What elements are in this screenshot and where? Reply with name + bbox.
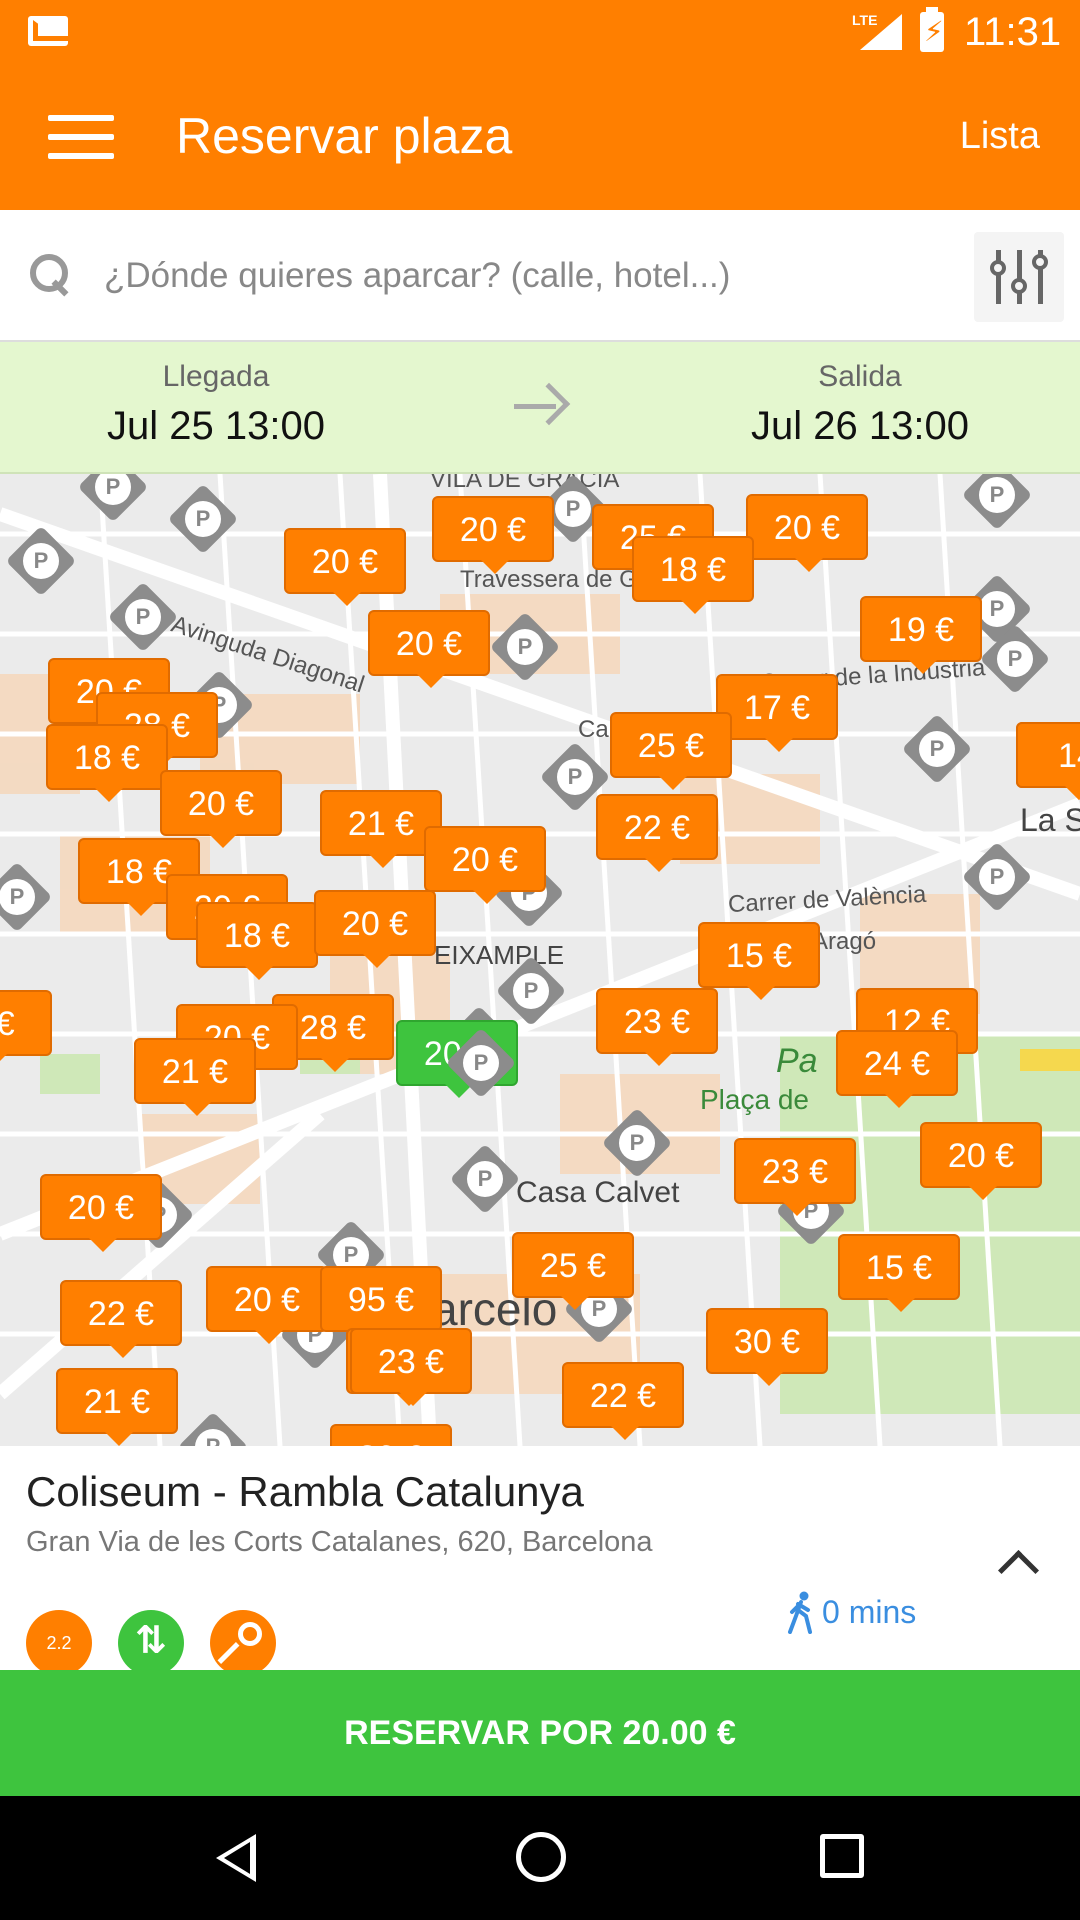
parking-pin-icon[interactable]: P: [489, 611, 561, 683]
parking-pin-icon[interactable]: P: [961, 474, 1033, 531]
parking-pin-icon[interactable]: P: [601, 1107, 673, 1179]
departure-date[interactable]: Salida Jul 26 13:00: [650, 360, 1070, 449]
map-label-arago: Aragó: [812, 928, 877, 955]
price-marker[interactable]: 20 €: [424, 826, 546, 904]
price-marker[interactable]: 17 €: [716, 674, 838, 752]
departure-label: Salida: [818, 360, 902, 393]
parking-pin-icon[interactable]: P: [5, 525, 77, 597]
price-marker[interactable]: 20 €: [746, 494, 868, 572]
arrival-date[interactable]: Llegada Jul 25 13:00: [6, 360, 426, 449]
app-bar: Reservar plaza Lista: [0, 63, 1080, 210]
price-marker[interactable]: 6 €: [0, 990, 52, 1068]
price-marker[interactable]: 23 €: [596, 988, 718, 1066]
map-label-park: Pa: [776, 1042, 818, 1080]
back-icon[interactable]: [216, 1834, 256, 1882]
price-marker[interactable]: 23 €: [350, 1328, 472, 1406]
page-title: Reservar plaza: [176, 108, 513, 164]
map-label-placa: Plaça de: [700, 1084, 809, 1115]
price-marker[interactable]: 15 €: [838, 1234, 960, 1312]
price-marker[interactable]: 30 €: [706, 1308, 828, 1386]
price-marker[interactable]: 20 €: [284, 528, 406, 606]
price-marker[interactable]: 19 €: [860, 596, 982, 674]
gmail-notification-icon: [28, 16, 68, 46]
price-marker[interactable]: 25 €: [512, 1232, 634, 1310]
price-marker[interactable]: 23 €: [734, 1138, 856, 1216]
price-marker[interactable]: 30 €: [330, 1424, 452, 1446]
key-icon: [210, 1610, 276, 1676]
parking-details-panel[interactable]: Coliseum - Rambla Catalunya Gran Via de …: [0, 1446, 1080, 1676]
price-marker[interactable]: 14: [1016, 722, 1080, 800]
parking-pin-icon[interactable]: P: [901, 713, 973, 785]
parking-pin-icon[interactable]: P: [979, 623, 1051, 695]
recent-apps-icon[interactable]: [820, 1834, 864, 1878]
parking-pin-icon[interactable]: P: [167, 483, 239, 555]
parking-address: Gran Via de les Corts Catalanes, 620, Ba…: [26, 1526, 653, 1558]
price-marker[interactable]: 18 €: [46, 724, 168, 802]
signal-icon: [860, 14, 902, 50]
walk-time: 0 mins: [822, 1594, 917, 1630]
price-marker[interactable]: 25 €: [610, 712, 732, 790]
map-label-la-s: La S: [1020, 802, 1080, 838]
arrow-right-icon: [514, 382, 571, 428]
chevron-up-icon[interactable]: [998, 1542, 1038, 1582]
home-icon[interactable]: [516, 1832, 566, 1882]
parking-pin-icon[interactable]: P: [107, 581, 179, 653]
status-bar: LTE ⚡ 11:31: [0, 0, 1080, 63]
arrival-value: Jul 25 13:00: [107, 404, 325, 448]
parking-pin-icon[interactable]: P: [0, 861, 53, 933]
list-view-button[interactable]: Lista: [960, 115, 1040, 158]
parking-name: Coliseum - Rambla Catalunya: [26, 1468, 584, 1515]
parking-pin-icon[interactable]: P: [177, 1411, 249, 1446]
price-marker[interactable]: 20 €: [206, 1266, 328, 1344]
search-icon: [30, 254, 72, 296]
charging-icon: ⚡: [924, 16, 944, 47]
price-marker[interactable]: 24 €: [836, 1030, 958, 1108]
price-marker[interactable]: 22 €: [596, 794, 718, 872]
reserve-button[interactable]: RESERVAR POR 20.00 €: [0, 1670, 1080, 1796]
price-marker[interactable]: 20 €: [314, 890, 436, 968]
price-marker[interactable]: 15 €: [698, 922, 820, 1000]
price-marker[interactable]: 21 €: [134, 1038, 256, 1116]
parking-pin-icon[interactable]: P: [961, 841, 1033, 913]
parking-pin-icon[interactable]: P: [445, 1027, 517, 1099]
hamburger-menu-icon[interactable]: [48, 115, 114, 159]
price-marker[interactable]: 20 €: [920, 1122, 1042, 1200]
parking-pin-icon[interactable]: P: [77, 474, 149, 523]
price-marker[interactable]: 95 €: [320, 1266, 442, 1344]
map[interactable]: VILA DE GRACIA Travessera de Gr Avinguda…: [0, 474, 1080, 1446]
departure-value: Jul 26 13:00: [751, 404, 969, 448]
price-marker[interactable]: 20 €: [368, 610, 490, 688]
map-label-casa-calvet: Casa Calvet: [516, 1176, 680, 1209]
price-marker[interactable]: 20 €: [40, 1174, 162, 1252]
price-marker[interactable]: 21 €: [56, 1368, 178, 1446]
filter-sliders-icon[interactable]: [974, 232, 1064, 322]
price-marker[interactable]: 22 €: [562, 1362, 684, 1440]
search-bar: [0, 210, 1080, 342]
search-input[interactable]: [104, 248, 964, 304]
arrival-label: Llegada: [162, 360, 270, 393]
status-time: 11:31: [964, 10, 1062, 54]
price-marker[interactable]: 18 €: [196, 902, 318, 980]
price-marker[interactable]: 22 €: [60, 1280, 182, 1358]
date-range-selector: Llegada Jul 25 13:00 Salida Jul 26 13:00: [0, 342, 1080, 474]
system-navigation-bar: [0, 1796, 1080, 1920]
parking-pin-icon[interactable]: P: [449, 1143, 521, 1215]
price-marker[interactable]: 18 €: [632, 536, 754, 614]
rating-badge-icon: 2.2: [26, 1610, 92, 1676]
price-marker[interactable]: 20 €: [160, 770, 282, 848]
in-out-arrows-icon: ⇅: [118, 1610, 184, 1676]
price-marker[interactable]: 20 €: [432, 496, 554, 574]
walking-person-icon: [788, 1591, 812, 1634]
